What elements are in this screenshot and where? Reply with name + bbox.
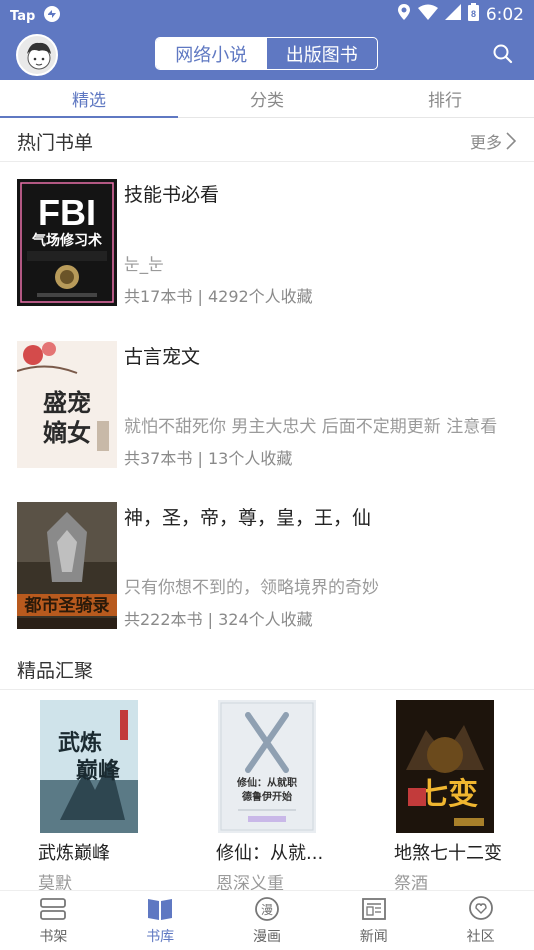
book-cover: FBI 气场修习术 [17, 179, 117, 306]
more-link[interactable]: 更多 [470, 129, 516, 153]
segment-published-books[interactable]: 出版图书 [267, 38, 378, 69]
tab-rankings[interactable]: 排行 [356, 80, 534, 117]
book-title: 武炼巅峰 [38, 843, 110, 864]
favorites-count: 13个人收藏 [207, 449, 293, 468]
meta-divider: | [197, 449, 208, 468]
favorites-count: 324个人收藏 [218, 610, 313, 629]
list-item[interactable]: FBI 气场修习术 技能书必看 눈_눈 共17本书 | 4292个人收藏 [0, 179, 534, 309]
section-title: 精品汇聚 [17, 660, 94, 682]
carrier-label: Tap [10, 8, 36, 24]
book-card[interactable]: 七变 地煞七十二变 祭酒 [394, 700, 524, 894]
nav-label: 书架 [39, 929, 68, 945]
wifi-icon [417, 4, 438, 25]
favorites-count: 4292个人收藏 [207, 287, 313, 306]
list-title: 古言宠文 [124, 346, 201, 368]
svg-text:漫: 漫 [261, 903, 273, 917]
book-count: 共37本书 [124, 449, 193, 468]
nav-label: 漫画 [252, 929, 281, 945]
svg-text:七变: 七变 [418, 777, 478, 812]
nav-label: 书库 [146, 929, 175, 945]
sync-icon [43, 5, 61, 27]
book-cover: 七变 [396, 700, 494, 833]
list-description: 눈_눈 [124, 255, 164, 275]
nav-library[interactable]: 书库 [107, 891, 214, 950]
list-description: 就怕不甜死你 男主大忠犬 后面不定期更新 注意看县是? 看上哪本你领去吧 [124, 417, 498, 437]
bookshelf-icon [40, 898, 67, 920]
battery-icon: 8 [467, 3, 479, 26]
meta-divider: | [207, 610, 219, 629]
comics-icon: 漫 [255, 897, 279, 921]
book-card[interactable]: 武炼 巅峰 武炼巅峰 莫默 [38, 700, 168, 894]
avatar-icon [27, 42, 51, 70]
svg-text:都市圣骑录: 都市圣骑录 [24, 595, 110, 616]
svg-text:武炼: 武炼 [58, 730, 102, 756]
more-label: 更多 [469, 133, 502, 152]
tab-featured[interactable]: 精选 [0, 80, 178, 118]
svg-text:FBI: FBI [38, 192, 96, 233]
book-cover: 修仙：从就职 德鲁伊开始 [218, 700, 316, 833]
list-title: 神，圣，帝，尊，皇，王，仙 [124, 507, 372, 529]
top-bar: 网络小说 出版图书 [0, 28, 534, 80]
book-title: 地煞七十二变 [394, 843, 502, 864]
book-cover: 都市圣骑录 [17, 502, 117, 629]
list-item[interactable]: 都市圣骑录 神，圣，帝，尊，皇，王，仙 只有你想不到的，领略境界的奇妙 共222… [0, 502, 534, 632]
svg-text:气场修习术: 气场修习术 [31, 232, 102, 249]
tab-categories[interactable]: 分类 [178, 80, 356, 117]
nav-community[interactable]: 社区 [427, 891, 534, 950]
book-cover: 武炼 巅峰 [40, 700, 138, 833]
book-title: 修仙：从就... [216, 843, 324, 864]
avatar[interactable] [16, 34, 58, 76]
book-cover: 盛宠 嫡女 [17, 341, 117, 468]
svg-text:德鲁伊开始: 德鲁伊开始 [241, 790, 292, 803]
nav-comics[interactable]: 漫 漫画 [214, 891, 321, 950]
list-description: 只有你想不到的，领略境界的奇妙 [124, 578, 379, 598]
signal-icon [444, 4, 461, 25]
location-icon [397, 3, 411, 26]
nav-label: 社区 [466, 929, 495, 945]
list-meta: 共222本书 | 324个人收藏 [124, 606, 313, 630]
community-icon [468, 896, 493, 920]
nav-news[interactable]: 新闻 [320, 891, 427, 950]
list-title: 技能书必看 [124, 184, 220, 206]
book-card[interactable]: 修仙：从就职 德鲁伊开始 修仙：从就... 恩深义重 [216, 700, 346, 894]
segment-web-novels[interactable]: 网络小说 [156, 38, 267, 69]
svg-text:8: 8 [471, 9, 476, 19]
featured-header: 精品汇聚 [0, 646, 534, 690]
nav-label: 新闻 [359, 929, 388, 945]
content-segment: 网络小说 出版图书 [155, 37, 378, 70]
list-item[interactable]: 盛宠 嫡女 古言宠文 就怕不甜死你 男主大忠犬 后面不定期更新 注意看县是? 看… [0, 341, 534, 471]
bottom-nav: 书架 书库 漫 漫画 新闻 社区 [0, 890, 534, 950]
list-meta: 共17本书 | 4292个人收藏 [124, 283, 313, 307]
featured-grid: 武炼 巅峰 武炼巅峰 莫默 修仙：从就职 德鲁伊开始 修仙：从就... 恩深义重 [0, 700, 534, 894]
status-bar: Tap 8 6:02 [0, 0, 534, 28]
tab-bar: 精选 分类 排行 [0, 80, 534, 118]
svg-text:盛宠: 盛宠 [43, 388, 91, 417]
chevron-right-icon [506, 132, 516, 150]
svg-text:嫡女: 嫡女 [43, 418, 91, 447]
clock: 6:02 [485, 4, 524, 25]
book-count: 共17本书 [124, 287, 193, 306]
meta-divider: | [197, 287, 208, 306]
section-title: 热门书单 [17, 132, 94, 154]
open-book-icon [148, 899, 173, 920]
news-icon [361, 898, 386, 920]
search-icon[interactable] [492, 43, 514, 65]
hot-lists-header: 热门书单 更多 [0, 118, 534, 162]
book-count: 共222本书 [124, 610, 203, 629]
svg-text:修仙：从就职: 修仙：从就职 [236, 776, 297, 789]
nav-bookshelf[interactable]: 书架 [0, 891, 107, 950]
svg-text:巅峰: 巅峰 [76, 758, 121, 784]
list-meta: 共37本书 | 13个人收藏 [124, 445, 292, 469]
